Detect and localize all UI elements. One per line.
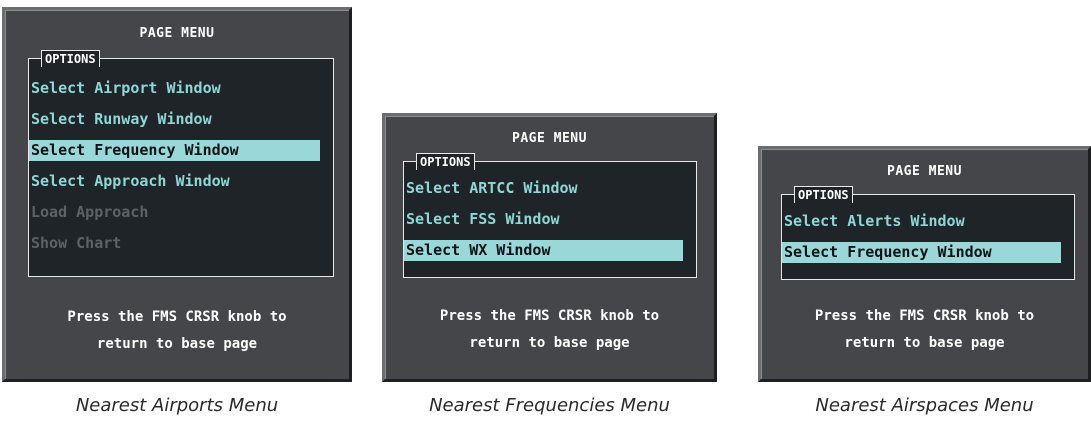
menu-item-select-approach-window[interactable]: Select Approach Window [29,171,333,192]
menu-item-load-approach[interactable]: Load Approach [29,202,333,223]
options-label: OPTIONS [794,186,853,203]
footer-line-2: return to base page [96,336,258,352]
menu-item-select-runway-window[interactable]: Select Runway Window [29,109,333,130]
footer-line-1: Press the FMS CRSR knob to [814,308,1035,324]
footer-line-2: return to base page [844,335,1005,351]
menu-item-show-chart[interactable]: Show Chart [29,233,333,254]
footer-line-1: Press the FMS CRSR knob to [439,308,660,324]
options-box: OPTIONS Select ARTCC Window Select FSS W… [403,153,697,278]
menu-item-select-frequency-window[interactable]: Select Frequency Window [782,242,1061,263]
caption-nearest-airports-menu: Nearest Airports Menu [75,395,279,416]
options-label: OPTIONS [41,50,100,67]
caption-nearest-frequencies-menu: Nearest Frequencies Menu [429,395,670,416]
options-box: OPTIONS Select Airport Window Select Run… [28,50,334,277]
nearest-airspaces-page-menu: PAGE MENU OPTIONS Select Alerts Window S… [758,146,1091,382]
menu-item-select-artcc-window[interactable]: Select ARTCC Window [404,178,696,199]
menu-title: PAGE MENU [887,164,962,179]
options-box: OPTIONS Select Alerts Window Select Freq… [781,186,1075,280]
nearest-airports-page-menu: PAGE MENU OPTIONS Select Airport Window … [2,7,352,382]
menu-item-select-alerts-window[interactable]: Select Alerts Window [782,211,1074,232]
menu-footer-instructions: Press the FMS CRSR knob to return to bas… [385,303,714,357]
caption-nearest-airspaces-menu: Nearest Airspaces Menu [815,395,1034,416]
menu-item-select-fss-window[interactable]: Select FSS Window [404,209,696,230]
menu-item-select-airport-window[interactable]: Select Airport Window [29,78,333,99]
footer-line-2: return to base page [469,335,630,351]
menu-title: PAGE MENU [139,26,215,41]
menu-item-select-frequency-window[interactable]: Select Frequency Window [29,140,320,161]
options-label: OPTIONS [416,153,475,170]
menu-item-select-wx-window[interactable]: Select WX Window [404,240,683,261]
footer-line-1: Press the FMS CRSR knob to [67,309,287,325]
menu-title: PAGE MENU [512,131,587,146]
nearest-frequencies-page-menu: PAGE MENU OPTIONS Select ARTCC Window Se… [382,113,717,382]
menu-footer-instructions: Press the FMS CRSR knob to return to bas… [761,303,1088,357]
menu-footer-instructions: Press the FMS CRSR knob to return to bas… [5,304,349,358]
